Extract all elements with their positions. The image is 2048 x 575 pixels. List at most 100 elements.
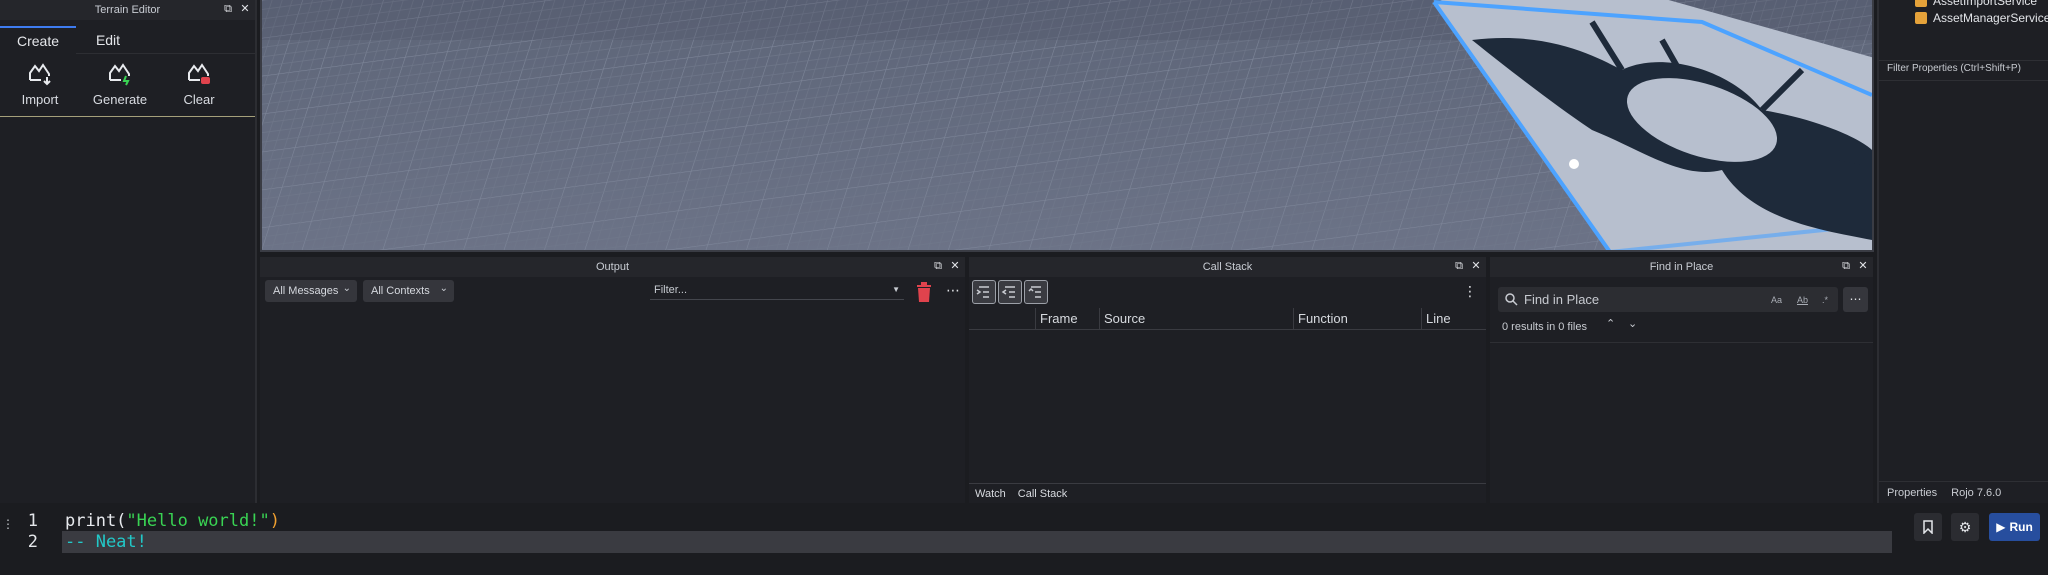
settings-button[interactable]: ⚙ bbox=[1951, 513, 1979, 541]
find-results-count: 0 results in 0 files bbox=[1502, 321, 1587, 333]
contexts-dropdown-label: All Contexts bbox=[371, 285, 430, 297]
viewport-3d[interactable] bbox=[260, 0, 1874, 252]
terrain-editor-panel: Terrain Editor ⧉ ✕ Create Edit Import Ge… bbox=[0, 0, 257, 503]
callstack-title: Call Stack bbox=[1202, 261, 1253, 273]
divider bbox=[1879, 60, 2048, 61]
step-over-button[interactable] bbox=[998, 280, 1022, 304]
column-header-blank bbox=[969, 308, 1035, 330]
search-icon bbox=[1505, 293, 1518, 306]
callstack-panel: Call Stack ⧉ ✕ ⋮ Frame Source Function L… bbox=[969, 257, 1486, 503]
column-header-function[interactable]: Function bbox=[1293, 308, 1421, 330]
find-title: Find in Place bbox=[1649, 261, 1714, 273]
chevron-down-icon: ⌄ bbox=[439, 283, 448, 294]
messages-dropdown[interactable]: All Messages ⌄ bbox=[265, 280, 357, 302]
undock-icon[interactable]: ⧉ bbox=[1454, 260, 1464, 272]
step-into-button[interactable] bbox=[972, 280, 996, 304]
filter-properties-input[interactable]: Filter Properties (Ctrl+Shift+P) bbox=[1887, 63, 2021, 74]
line-number: 2 bbox=[27, 532, 38, 552]
messages-dropdown-label: All Messages bbox=[273, 285, 339, 297]
terrain-editor-title: Terrain Editor bbox=[94, 4, 161, 16]
divider bbox=[1879, 80, 2048, 81]
undock-icon[interactable]: ⧉ bbox=[1841, 260, 1851, 272]
step-out-icon bbox=[1028, 286, 1041, 298]
tab-watch[interactable]: Watch bbox=[975, 488, 1006, 500]
more-options-icon[interactable]: ⋮ bbox=[1463, 283, 1477, 300]
generate-label: Generate bbox=[92, 92, 148, 107]
generate-button[interactable]: Generate bbox=[85, 62, 155, 107]
command-bar-editor[interactable]: ⋮ 1 2 print("Hello world!") -- Neat! ⚙ ▶… bbox=[0, 503, 2048, 575]
callstack-bottom-tabs: Watch Call Stack bbox=[969, 483, 1486, 503]
explorer-bottom-tabs: Properties Rojo 7.6.0 bbox=[1879, 481, 2048, 503]
baseplate-render bbox=[262, 0, 1872, 250]
current-line-highlight bbox=[62, 531, 1892, 553]
generate-icon bbox=[109, 63, 130, 86]
close-icon[interactable]: ✕ bbox=[240, 3, 250, 15]
more-options-icon[interactable]: ⋯ bbox=[946, 282, 960, 299]
clear-button[interactable]: Clear bbox=[164, 62, 234, 107]
step-out-button[interactable] bbox=[1024, 280, 1048, 304]
find-titlebar: Find in Place ⧉ ✕ bbox=[1490, 257, 1873, 277]
find-input-placeholder: Find in Place bbox=[1524, 292, 1600, 307]
import-button[interactable]: Import bbox=[5, 62, 75, 107]
code-line-2[interactable]: -- Neat! bbox=[65, 532, 147, 552]
dropdown-arrow-icon: ▼ bbox=[892, 285, 900, 294]
bookmark-icon bbox=[1923, 520, 1933, 535]
import-label: Import bbox=[21, 92, 59, 107]
clear-label: Clear bbox=[183, 92, 215, 107]
callstack-titlebar: Call Stack ⧉ ✕ bbox=[969, 257, 1486, 277]
bookmark-button[interactable] bbox=[1914, 513, 1942, 541]
gear-icon: ⚙ bbox=[1958, 519, 1972, 535]
tab-properties[interactable]: Properties bbox=[1887, 487, 1937, 499]
tab-create[interactable]: Create bbox=[0, 26, 76, 54]
next-result-icon[interactable]: ⌄ bbox=[1628, 317, 1637, 330]
close-icon[interactable]: ✕ bbox=[950, 260, 960, 272]
close-icon[interactable]: ✕ bbox=[1471, 260, 1481, 272]
terrain-tabs: Create Edit bbox=[0, 26, 255, 54]
find-more-button[interactable]: ⋯ bbox=[1843, 287, 1868, 312]
tab-callstack[interactable]: Call Stack bbox=[1018, 488, 1068, 500]
output-title: Output bbox=[595, 261, 630, 273]
previous-result-icon[interactable]: ⌃ bbox=[1606, 317, 1615, 330]
terrain-divider bbox=[0, 116, 255, 117]
terrain-tools: Import Generate Clear bbox=[0, 62, 255, 116]
code-line-1[interactable]: print("Hello world!") bbox=[65, 511, 280, 531]
output-titlebar: Output ⧉ ✕ bbox=[260, 257, 965, 277]
tab-edit[interactable]: Edit bbox=[76, 26, 140, 54]
divider bbox=[1490, 342, 1873, 343]
column-header-line[interactable]: Line bbox=[1421, 308, 1486, 330]
code-token-paren: ) bbox=[269, 511, 280, 531]
play-icon: ▶ bbox=[1996, 520, 2006, 534]
import-icon bbox=[29, 63, 51, 86]
find-panel: Find in Place ⧉ ✕ Find in Place Aa Ab .*… bbox=[1490, 257, 1873, 503]
service-icon bbox=[1915, 12, 1927, 24]
chevron-down-icon: ⌄ bbox=[342, 283, 351, 294]
match-case-toggle[interactable]: Aa bbox=[1771, 295, 1782, 305]
run-label: Run bbox=[2009, 520, 2033, 534]
close-icon[interactable]: ✕ bbox=[1858, 260, 1868, 272]
explorer-item[interactable]: AssetImportService bbox=[1915, 0, 2037, 8]
undock-icon[interactable]: ⧉ bbox=[933, 260, 943, 272]
explorer-panel: AssetImportService AssetManagerService F… bbox=[1877, 0, 2048, 503]
code-token-function: print( bbox=[65, 511, 127, 531]
terrain-editor-titlebar: Terrain Editor ⧉ ✕ bbox=[0, 0, 255, 20]
line-number: 1 bbox=[27, 511, 38, 531]
column-header-source[interactable]: Source bbox=[1099, 308, 1293, 330]
explorer-item[interactable]: AssetManagerService bbox=[1915, 11, 2048, 25]
output-filter-input[interactable]: Filter... ▼ bbox=[650, 280, 904, 300]
run-button[interactable]: ▶ Run bbox=[1989, 513, 2040, 541]
column-header-frame[interactable]: Frame bbox=[1035, 308, 1099, 330]
code-token-string: "Hello world!" bbox=[126, 511, 270, 531]
tab-rojo[interactable]: Rojo 7.6.0 bbox=[1951, 487, 2001, 499]
explorer-item-label: AssetManagerService bbox=[1933, 11, 2048, 25]
trash-icon[interactable] bbox=[916, 282, 932, 302]
step-over-icon bbox=[1001, 286, 1015, 298]
callstack-table: Frame Source Function Line bbox=[969, 308, 1486, 488]
explorer-item-label: AssetImportService bbox=[1933, 0, 2038, 8]
find-input[interactable]: Find in Place Aa Ab .* bbox=[1498, 287, 1838, 312]
regex-toggle-icon[interactable]: .* bbox=[1822, 295, 1828, 305]
service-icon bbox=[1915, 0, 1927, 7]
contexts-dropdown[interactable]: All Contexts ⌄ bbox=[363, 280, 454, 302]
match-word-toggle[interactable]: Ab bbox=[1797, 295, 1808, 305]
step-into-icon bbox=[976, 286, 989, 298]
undock-icon[interactable]: ⧉ bbox=[223, 3, 233, 15]
